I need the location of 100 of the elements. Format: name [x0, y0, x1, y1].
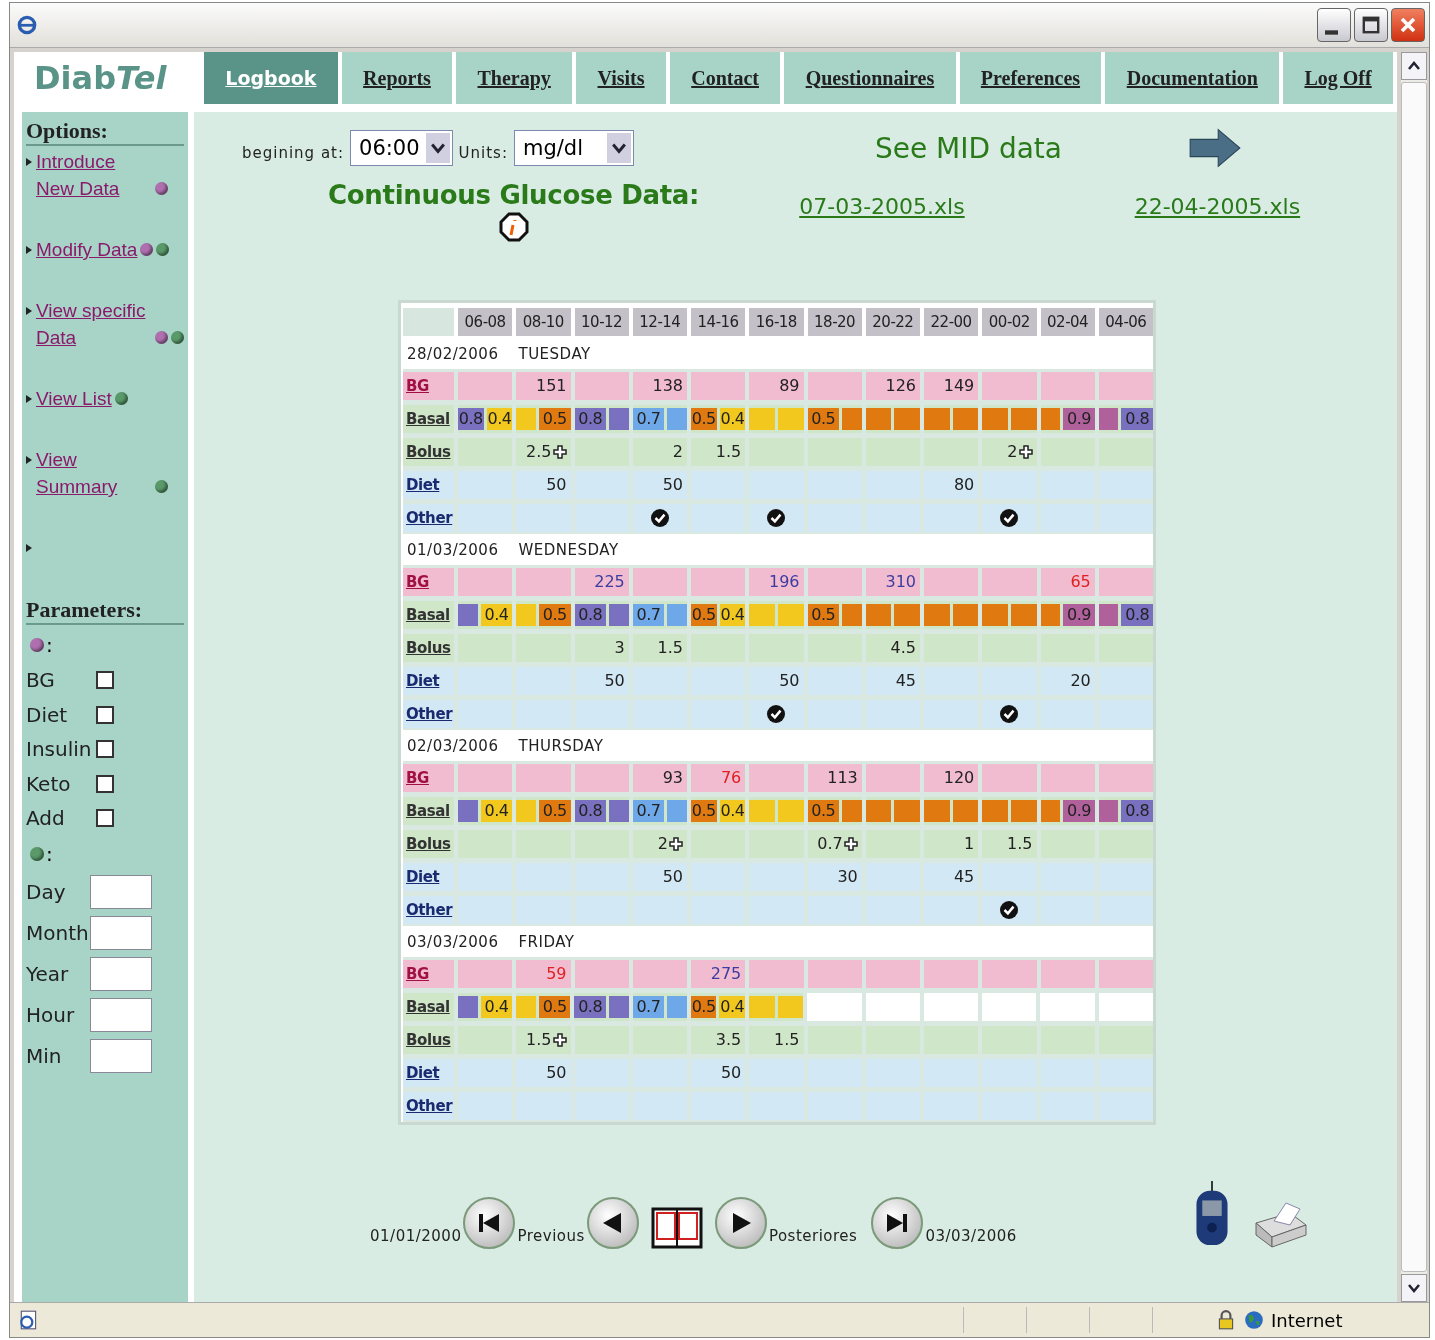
row-label[interactable]: Diet [403, 1058, 454, 1087]
nav-tab[interactable]: Therapy [456, 52, 573, 104]
column-header: 06-08 [458, 307, 513, 336]
row-label[interactable]: Other [403, 1091, 454, 1120]
next-button[interactable] [714, 1197, 767, 1249]
table-cell [807, 633, 862, 662]
nav-tab[interactable]: Preferences [959, 52, 1102, 104]
nav-tab[interactable]: Reports [341, 52, 453, 104]
info-icon[interactable] [498, 212, 529, 242]
table-cell [574, 829, 629, 858]
checkbox[interactable] [96, 809, 114, 828]
scrollbar[interactable] [1401, 52, 1427, 1302]
nav-tab[interactable]: Documentation [1105, 52, 1280, 104]
table-cell [1098, 371, 1153, 400]
column-header: 10-12 [574, 307, 629, 336]
basal-segment: 0.7 [632, 799, 665, 822]
start-label: begining at: [242, 144, 345, 162]
input-field[interactable] [90, 875, 152, 909]
table-cell: 50 [691, 1058, 746, 1087]
checkbox[interactable] [96, 774, 114, 793]
nav-tab[interactable]: Contact [669, 52, 781, 104]
table-cell [1040, 437, 1095, 466]
maximize-button[interactable] [1354, 8, 1388, 42]
first-page-button[interactable] [463, 1197, 516, 1249]
row-label[interactable]: Basal [403, 992, 454, 1021]
checkbox[interactable] [96, 740, 114, 759]
table-cell [1040, 371, 1095, 400]
option-link[interactable]: Introduce New Data [36, 148, 152, 202]
row-label[interactable]: BG [403, 763, 454, 792]
table-cell [982, 633, 1037, 662]
table-cell [807, 437, 862, 466]
checkbox[interactable] [96, 671, 114, 690]
nav-tab[interactable]: Log Off [1283, 52, 1393, 104]
row-label[interactable]: BG [403, 567, 454, 596]
last-page-button[interactable] [871, 1197, 924, 1249]
arrow-icon[interactable] [1188, 126, 1242, 170]
scroll-up-button[interactable] [1401, 52, 1427, 80]
row-label[interactable]: Basal [403, 404, 454, 433]
table-cell: 50 [574, 666, 629, 695]
input-field[interactable] [90, 998, 152, 1032]
row-label[interactable]: Diet [403, 862, 454, 891]
option-link[interactable]: Modify Data [36, 236, 138, 263]
row-label[interactable]: Bolus [403, 829, 454, 858]
row-label[interactable]: Diet [403, 666, 454, 695]
checkbox[interactable] [96, 705, 114, 724]
nav-tab[interactable]: Questionnaires [784, 52, 956, 104]
basal-segment: 0.7 [632, 995, 665, 1018]
table-cell: 76 [691, 763, 746, 792]
file-link[interactable]: 22-04-2005.xls [1134, 194, 1301, 219]
units-select[interactable]: mg/dl [514, 130, 634, 166]
option-link[interactable]: View specific Data [36, 297, 152, 351]
bullet-icon [26, 157, 32, 167]
mid-data-link[interactable]: See MID data [874, 131, 1062, 165]
basal-segment: 0.8 [574, 799, 607, 822]
bolus-value: 2 [672, 442, 683, 461]
input-field[interactable] [90, 916, 152, 950]
basal-segment: 0.8 [574, 603, 607, 626]
calendar-icon[interactable] [650, 1205, 703, 1249]
row-label[interactable]: BG [403, 371, 454, 400]
row-label[interactable]: Bolus [403, 633, 454, 662]
row-label[interactable]: Bolus [403, 1025, 454, 1054]
table-cell [574, 1025, 629, 1054]
row-label[interactable]: Basal [403, 600, 454, 629]
table-cell [516, 567, 571, 596]
scroll-down-button[interactable] [1401, 1274, 1427, 1302]
row-label[interactable]: Other [403, 699, 454, 728]
row-label[interactable]: Basal [403, 796, 454, 825]
table-cell [1098, 470, 1153, 499]
table-cell [1098, 437, 1153, 466]
row-label[interactable]: BG [403, 959, 454, 988]
row-label[interactable]: Other [403, 895, 454, 924]
close-button[interactable] [1391, 8, 1425, 42]
basal-segment: 0.5 [690, 995, 717, 1018]
table-cell [1098, 959, 1153, 988]
table-cell: 138 [632, 371, 687, 400]
row-label[interactable]: Diet [403, 470, 454, 499]
table-cell [458, 567, 513, 596]
table-cell: 149 [924, 371, 979, 400]
colon-text: : [46, 633, 53, 657]
input-field[interactable] [90, 1039, 152, 1073]
table-cell [982, 371, 1037, 400]
row-label[interactable]: Bolus [403, 437, 454, 466]
option-link[interactable]: View Summary [36, 446, 152, 500]
previous-button[interactable] [586, 1197, 639, 1249]
date-text: 01/01/2000 [370, 1227, 462, 1245]
file-link[interactable]: 07-03-2005.xls [799, 194, 965, 219]
basal-segment: 0.5 [538, 603, 571, 626]
table-cell [865, 992, 920, 1021]
option-link[interactable]: View List [36, 385, 112, 412]
input-field[interactable] [90, 957, 152, 991]
plus-icon [669, 836, 683, 851]
basal-segment: 0.8 [574, 407, 607, 430]
table-cell [458, 959, 513, 988]
table-cell [982, 992, 1037, 1021]
minimize-icon [1325, 29, 1338, 35]
row-label[interactable]: Other [403, 503, 454, 532]
next-label: Posteriores [768, 1227, 858, 1245]
start-select[interactable]: 06:00 [350, 130, 453, 166]
nav-tab[interactable]: Visits [576, 52, 666, 104]
minimize-button[interactable] [1317, 8, 1351, 42]
